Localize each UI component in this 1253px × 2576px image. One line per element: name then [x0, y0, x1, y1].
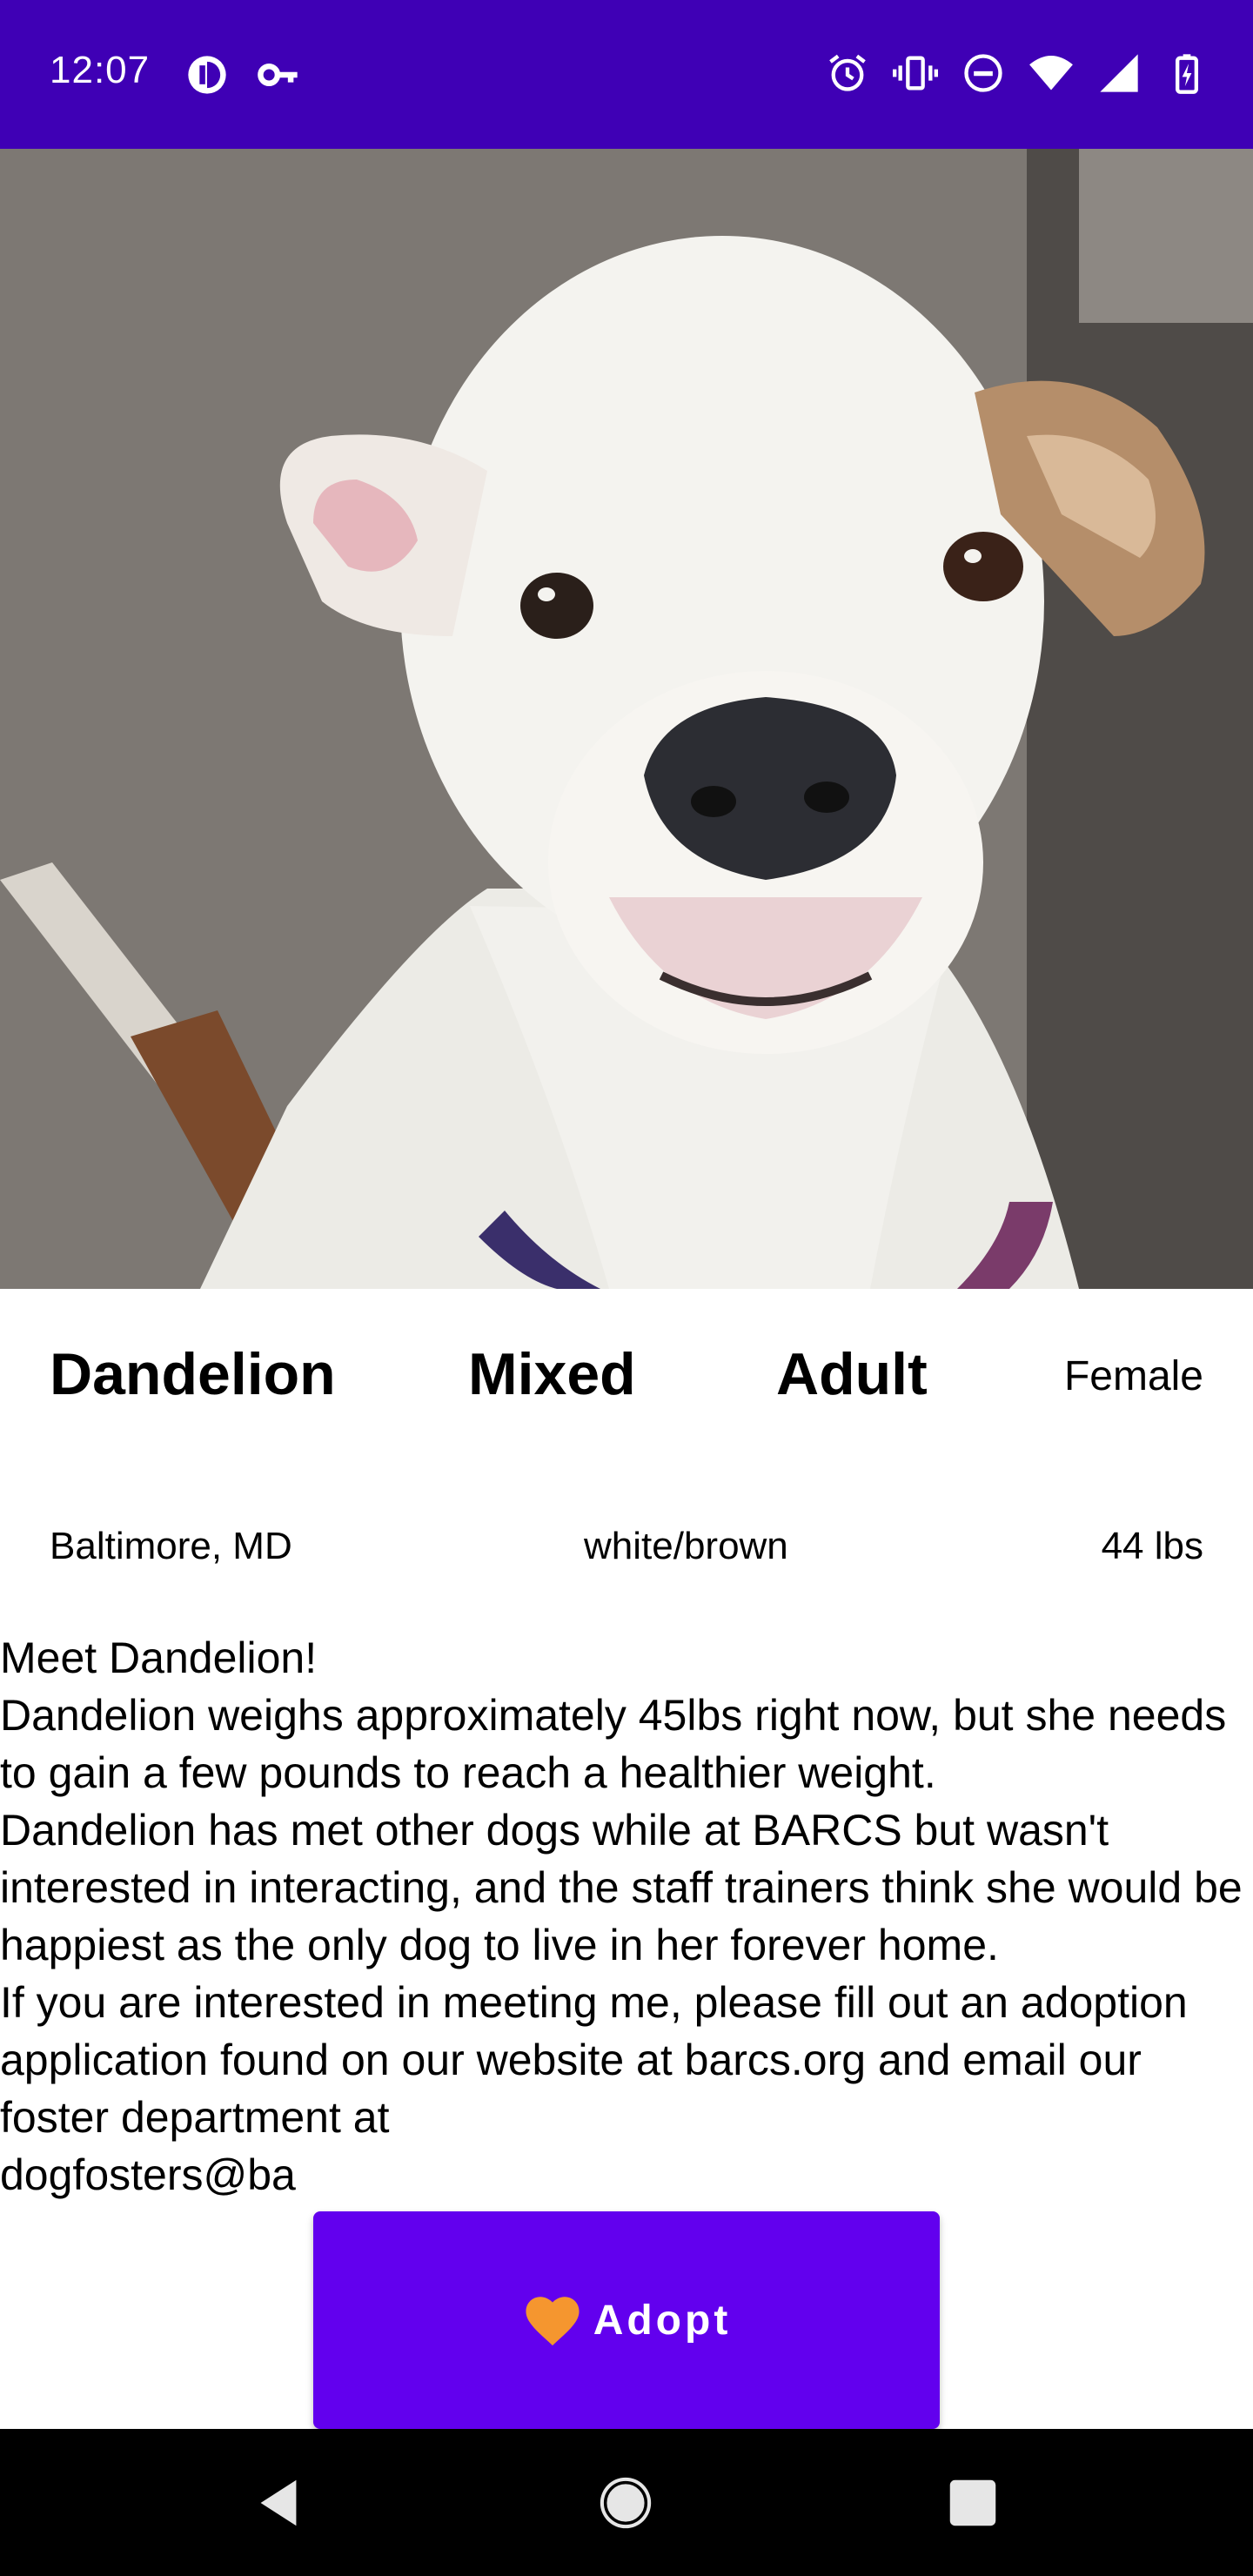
pet-photo	[0, 149, 1253, 1289]
vibrate-icon	[893, 56, 938, 91]
do-not-disturb-icon	[964, 54, 1002, 92]
heart-icon	[526, 2297, 580, 2346]
status-time: 12:07	[50, 49, 151, 91]
home-icon[interactable]	[595, 2472, 656, 2533]
cell-signal-icon	[1100, 54, 1138, 92]
dog-photo	[0, 149, 1253, 1289]
adopt-button-label: Adopt	[593, 2297, 732, 2344]
pet-location: Baltimore, MD	[50, 1525, 292, 1567]
pet-name: Dandelion	[50, 1341, 336, 1407]
status-right-icons	[825, 50, 1209, 96]
back-icon[interactable]	[248, 2472, 309, 2533]
data-saver-icon	[188, 56, 226, 94]
battery-charging-icon	[1176, 54, 1198, 94]
status-bar: 12:07	[0, 0, 1253, 149]
recents-icon[interactable]	[942, 2472, 1003, 2533]
alarm-icon	[829, 54, 866, 91]
adopt-button[interactable]: Adopt	[313, 2211, 940, 2429]
pet-summary-row: Dandelion Mixed Adult Female	[0, 1340, 1253, 1427]
status-left-icons	[184, 52, 301, 97]
wifi-icon	[1029, 55, 1073, 91]
pet-gender: Female	[1063, 1353, 1203, 1399]
system-nav-bar	[0, 2429, 1253, 2576]
pet-color: white/brown	[584, 1525, 788, 1567]
pet-age: Adult	[776, 1341, 928, 1407]
pet-weight: 44 lbs	[1101, 1525, 1203, 1567]
pet-details-row: Baltimore, MD white/brown 44 lbs	[0, 1525, 1253, 1586]
vpn-key-icon	[258, 64, 298, 86]
pet-description: Meet Dandelion! Dandelion weighs approxi…	[0, 1633, 1243, 2199]
pet-breed: Mixed	[468, 1341, 636, 1407]
